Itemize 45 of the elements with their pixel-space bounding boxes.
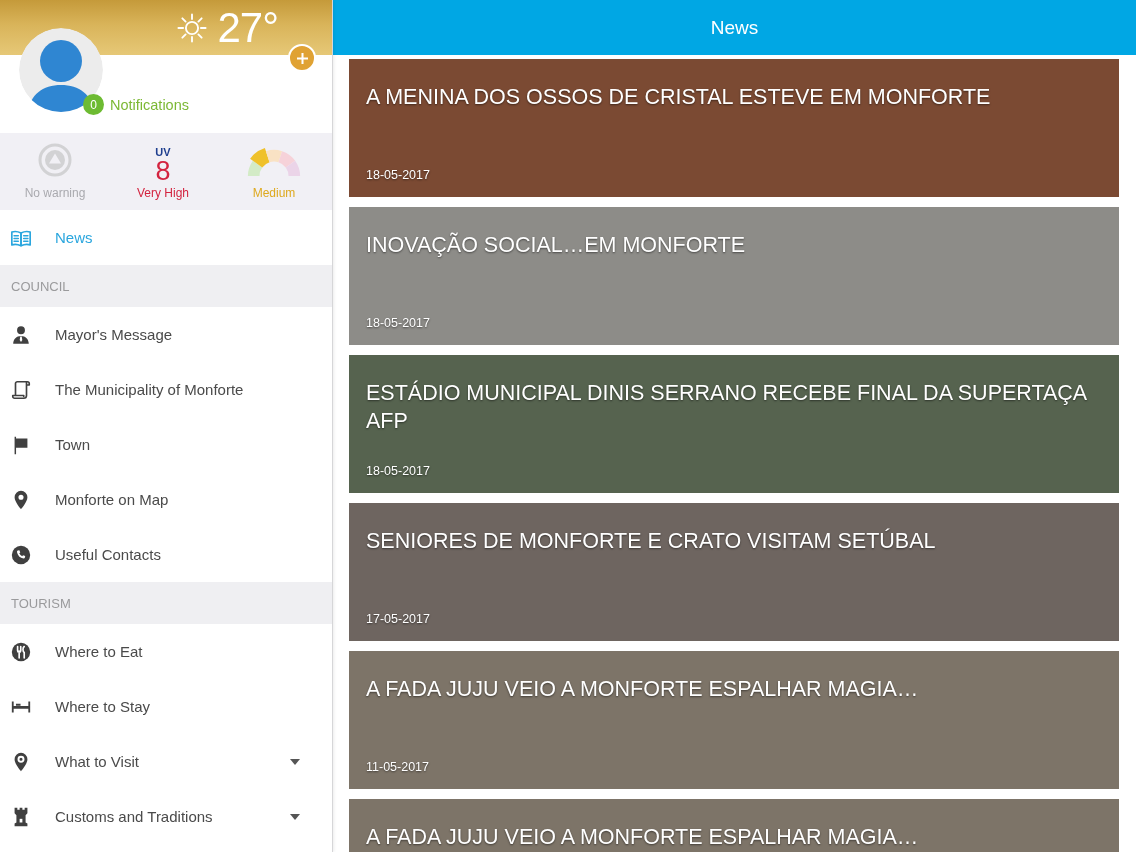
- gauge-label: Medium: [252, 186, 296, 201]
- menu-item[interactable]: Town: [0, 417, 332, 472]
- scroll-icon: [10, 378, 32, 401]
- plus-icon: [296, 52, 308, 64]
- section-header: TOURISM: [0, 582, 332, 624]
- sun-icon: [177, 12, 208, 43]
- menu-item[interactable]: The Municipality of Monforte: [0, 362, 332, 417]
- menu-item[interactable]: Customs and Traditions: [0, 789, 332, 844]
- news-title: A FADA JUJU VEIO A MONFORTE ESPALHAR MAGIA…: [366, 824, 919, 851]
- menu-item[interactable]: Where to Stay: [0, 679, 332, 734]
- news-title: ESTÁDIO MUNICIPAL DINIS SERRANO RECEBE FINAL DA SUPERTAÇA AFP: [366, 379, 1088, 435]
- utensils-icon: [10, 640, 32, 663]
- uv-caption: UV: [155, 147, 171, 158]
- menu-item[interactable]: What to Visit: [0, 734, 332, 789]
- menu-item[interactable]: Mayor's Message: [0, 307, 332, 362]
- menu-item[interactable]: Monforte on Map: [0, 472, 332, 527]
- news-date: 18-05-2017: [366, 463, 430, 479]
- notification-count: 0: [83, 94, 104, 115]
- person-icon: [10, 323, 32, 346]
- page-title: News: [710, 16, 759, 39]
- menu-item[interactable]: Useful Contacts: [0, 527, 332, 582]
- menu-item[interactable]: Where to Eat: [0, 624, 332, 679]
- news-card[interactable]: ESTÁDIO MUNICIPAL DINIS SERRANO RECEBE FINAL DA SUPERTAÇA AFP 18-05-2017: [349, 355, 1119, 493]
- news-card[interactable]: SENIORES DE MONFORTE E CRATO VISITAM SETÚBAL 17-05-2017: [349, 503, 1119, 641]
- caret-icon: [290, 813, 300, 820]
- news-card[interactable]: A FADA JUJU VEIO A MONFORTE ESPALHAR MAGIA…: [349, 799, 1119, 852]
- temperature: 27°: [217, 4, 278, 51]
- avatar-silhouette[interactable]: [19, 28, 103, 112]
- news-card[interactable]: A FADA JUJU VEIO A MONFORTE ESPALHAR MAGIA… 11-05-2017: [349, 651, 1119, 789]
- caret-icon: [290, 758, 300, 765]
- uv-value: 8: [155, 158, 171, 184]
- phone-icon: [10, 543, 32, 566]
- add-button[interactable]: [288, 44, 316, 72]
- news-date: 18-05-2017: [366, 167, 430, 183]
- uv-label: Very High: [137, 186, 189, 201]
- section-header: COUNCIL: [0, 265, 332, 307]
- news-title: INOVAÇÃO SOCIAL…EM MONFORTE: [366, 231, 746, 259]
- news-title: SENIORES DE MONFORTE E CRATO VISITAM SETÚBAL: [366, 527, 936, 555]
- news-date: 18-05-2017: [366, 315, 430, 331]
- news-card[interactable]: A MENINA DOS OSSOS DE CRISTAL ESTEVE EM MONFORTE 18-05-2017: [349, 59, 1119, 197]
- news-title: A FADA JUJU VEIO A MONFORTE ESPALHAR MAGIA…: [366, 676, 919, 703]
- warning-label: No warning: [24, 186, 86, 201]
- news-date: 17-05-2017: [366, 611, 430, 627]
- news-date: 11-05-2017: [366, 759, 429, 775]
- news-title: A MENINA DOS OSSOS DE CRISTAL ESTEVE EM MONFORTE: [366, 84, 991, 111]
